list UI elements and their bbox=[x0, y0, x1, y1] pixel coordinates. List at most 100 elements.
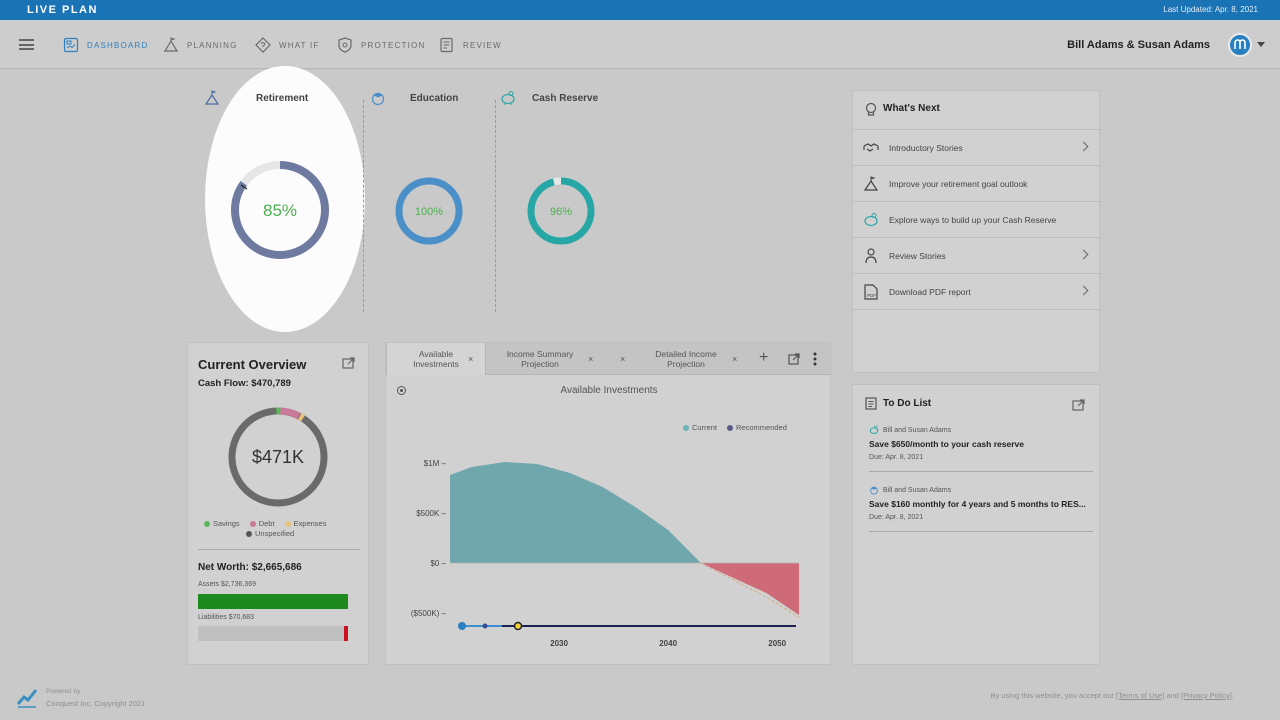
divider bbox=[198, 549, 360, 550]
nav-label: REVIEW bbox=[463, 40, 502, 50]
close-icon[interactable]: × bbox=[620, 354, 625, 364]
y-tick-label: $0 – bbox=[430, 559, 446, 568]
todo-due: Due: Apr. 8, 2021 bbox=[869, 454, 924, 461]
clipboard-icon bbox=[865, 397, 877, 410]
whats-next-label: Download PDF report bbox=[889, 286, 971, 297]
nav-label: PROTECTION bbox=[361, 40, 426, 50]
main-nav: DASHBOARD PLANNING WHAT IF PROTECTION RE… bbox=[0, 20, 1280, 69]
donut-value: $471K bbox=[252, 447, 304, 467]
nav-label: PLANNING bbox=[187, 40, 238, 50]
nav-review[interactable]: REVIEW bbox=[439, 36, 502, 54]
nav-label: WHAT IF bbox=[279, 40, 320, 50]
todo-card: To Do List Bill and Susan Adams Save $65… bbox=[852, 384, 1100, 665]
whats-next-item-cash-reserve[interactable]: Explore ways to build up your Cash Reser… bbox=[853, 201, 1101, 238]
todo-task: Save $160 monthly for 4 years and 5 mont… bbox=[869, 499, 1086, 509]
conquest-logo-icon bbox=[16, 689, 38, 708]
nav-planning[interactable]: PLANNING bbox=[163, 36, 238, 54]
whats-next-title: What's Next bbox=[883, 103, 940, 114]
avatar[interactable] bbox=[1228, 33, 1252, 57]
legend-debt: Debt bbox=[249, 519, 275, 528]
lightbulb-icon bbox=[865, 102, 877, 116]
terms-of-use-link[interactable]: [Terms of Use] bbox=[1116, 691, 1164, 700]
todo-who-row: Bill and Susan Adams bbox=[869, 425, 1093, 435]
nav-dashboard[interactable]: DASHBOARD bbox=[63, 36, 148, 54]
goal-percent: 96% bbox=[550, 206, 572, 218]
tab-income-summary-projection[interactable]: Income Summary Projection bbox=[496, 343, 584, 375]
y-tick-label: $1M – bbox=[424, 459, 447, 468]
terms-prefix: By using this website, you accept our bbox=[990, 691, 1117, 700]
whats-next-label: Review Stories bbox=[889, 251, 946, 261]
goal-header: Cash Reserve bbox=[500, 90, 598, 106]
nav-protection[interactable]: PROTECTION bbox=[337, 36, 425, 54]
todo-who: Bill and Susan Adams bbox=[883, 426, 952, 434]
chart-title: Available Investments bbox=[560, 385, 658, 396]
todo-title: To Do List bbox=[883, 398, 932, 409]
close-icon[interactable]: × bbox=[732, 354, 737, 364]
todo-due: Due: Apr. 8, 2021 bbox=[869, 514, 924, 521]
chevron-right-icon bbox=[1078, 249, 1089, 260]
goal-name: Education bbox=[410, 92, 459, 104]
export-icon[interactable] bbox=[342, 357, 355, 369]
goal-retirement[interactable]: Retirement 85% bbox=[186, 80, 363, 320]
more-options-icon[interactable] bbox=[812, 352, 818, 366]
goals-section: Retirement 85% Education 100% Cash Reser… bbox=[186, 80, 836, 320]
review-icon bbox=[440, 37, 453, 53]
copyright: Conquest Inc. Copyright 2021 bbox=[46, 699, 146, 708]
planning-icon bbox=[163, 37, 179, 52]
tab-detailed-income-projection[interactable]: Detailed Income Projection bbox=[642, 343, 730, 375]
whats-next-card: What's Next Introductory Stories Improve… bbox=[852, 90, 1101, 373]
overview-legend-2: Unspecified bbox=[246, 529, 294, 538]
goal-education[interactable]: Education 100% bbox=[364, 80, 495, 320]
todo-item[interactable]: Bill and Susan Adams Save $160 monthly f… bbox=[869, 485, 1093, 532]
goal-name: Cash Reserve bbox=[532, 92, 599, 104]
liabilities-label: Liabilities $70,683 bbox=[198, 614, 255, 621]
whats-next-item-download-pdf[interactable]: PDF Download PDF report bbox=[853, 273, 1101, 310]
y-tick-label: ($500K) – bbox=[411, 609, 447, 618]
graduation-icon bbox=[371, 92, 385, 106]
piggy-bank-icon bbox=[864, 213, 878, 227]
user-logo-icon bbox=[1234, 39, 1246, 49]
goal-percent: 100% bbox=[415, 206, 443, 218]
cash-reserve-progress-ring: 96% bbox=[527, 177, 595, 245]
graduation-icon bbox=[870, 486, 878, 495]
close-icon[interactable]: × bbox=[468, 354, 473, 364]
legend-recommended: Recommended bbox=[727, 423, 787, 432]
settings-icon[interactable] bbox=[396, 385, 407, 396]
last-updated: Last Updated: Apr. 8, 2021 bbox=[1163, 5, 1258, 14]
top-bar: LIVE PLAN Last Updated: Apr. 8, 2021 bbox=[0, 0, 1280, 20]
add-tab-icon[interactable]: + bbox=[759, 349, 768, 367]
chevron-down-icon[interactable] bbox=[1257, 42, 1265, 47]
user-name[interactable]: Bill Adams & Susan Adams bbox=[1067, 39, 1210, 51]
close-icon[interactable]: × bbox=[588, 354, 593, 364]
whats-next-item-introductory-stories[interactable]: Introductory Stories bbox=[853, 129, 1101, 166]
external-link-icon[interactable] bbox=[788, 353, 800, 365]
legend-current: Current bbox=[683, 423, 717, 432]
whats-next-label: Improve your retirement goal outlook bbox=[889, 179, 1028, 189]
piggy-bank-icon bbox=[501, 91, 515, 105]
todo-task: Save $650/month to your cash reserve bbox=[869, 439, 1024, 449]
todo-who-row: Bill and Susan Adams bbox=[869, 485, 1093, 495]
powered-by: Powered by bbox=[46, 688, 81, 695]
dashboard-icon bbox=[63, 37, 79, 53]
cash-flow: Cash Flow: $470,789 bbox=[198, 378, 291, 389]
privacy-policy-link[interactable]: [Privacy Policy] bbox=[1181, 691, 1232, 700]
education-progress-ring: 100% bbox=[395, 177, 463, 245]
goal-header: Retirement bbox=[204, 90, 308, 106]
menu-icon[interactable] bbox=[19, 39, 34, 50]
liabilities-fill bbox=[344, 626, 348, 641]
todo-item[interactable]: Bill and Susan Adams Save $650/month to … bbox=[869, 425, 1093, 472]
retirement-progress-ring: 85% bbox=[231, 161, 329, 259]
nav-label: DASHBOARD bbox=[87, 40, 149, 50]
x-tick-label: 2050 bbox=[768, 639, 786, 648]
goal-cash-reserve[interactable]: Cash Reserve 96% bbox=[496, 80, 636, 320]
cash-flow-donut: $471K bbox=[228, 407, 328, 507]
overview-legend: Savings Debt Expenses bbox=[204, 519, 326, 528]
goal-name: Retirement bbox=[256, 92, 309, 104]
export-icon[interactable] bbox=[1072, 399, 1085, 411]
whats-next-item-review-stories[interactable]: Review Stories bbox=[853, 237, 1101, 274]
whats-next-item-retirement-outlook[interactable]: Improve your retirement goal outlook bbox=[853, 165, 1101, 202]
terms-and: and bbox=[1164, 691, 1182, 700]
assets-bar bbox=[198, 594, 348, 609]
legend-expenses: Expenses bbox=[284, 519, 326, 528]
nav-what-if[interactable]: WHAT IF bbox=[255, 36, 320, 54]
